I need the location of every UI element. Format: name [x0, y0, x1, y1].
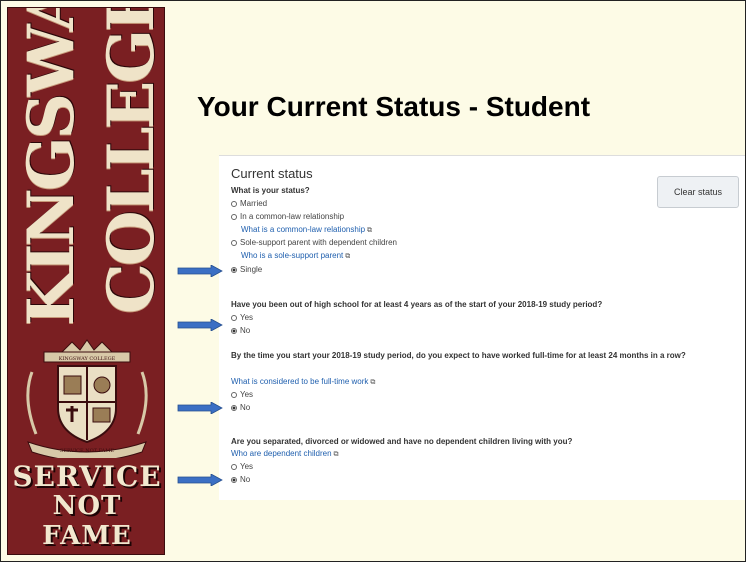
link-label: What is a common-law relationship [241, 225, 366, 234]
radio-icon [231, 239, 237, 246]
option-label: Yes [240, 390, 254, 399]
link-sole-support[interactable]: Who is a sole-support parent ⧉ [241, 251, 350, 261]
option-label: In a common-law relationship [240, 212, 345, 221]
right-arrow-icon [177, 319, 223, 331]
option-no[interactable]: No [231, 326, 250, 335]
radio-icon [231, 391, 237, 398]
option-label: Yes [240, 462, 254, 471]
option-common-law[interactable]: In a common-law relationship [231, 212, 344, 221]
slide: KINGSWAY COLLEGE KINGSWAY COLLEGE SERVIC… [0, 0, 746, 562]
radio-icon [231, 200, 237, 207]
form-heading: Current status [231, 166, 313, 181]
question-out-of-high-school: Have you been out of high school for at … [231, 300, 603, 309]
current-status-form: Current status Clear status What is your… [219, 155, 745, 500]
option-label: No [240, 403, 251, 412]
option-label: Single [240, 265, 263, 274]
question-full-time-work: By the time you start your 2018-19 study… [231, 351, 686, 360]
external-link-icon: ⧉ [333, 451, 339, 458]
radio-selected-icon [231, 476, 237, 483]
radio-icon [231, 213, 237, 220]
crest-banner-top: KINGSWAY COLLEGE [59, 356, 116, 362]
college-name-kingsway: KINGSWAY [14, 7, 89, 326]
radio-selected-icon [231, 404, 237, 411]
option-label: Sole-support parent with dependent child… [240, 238, 397, 247]
option-no[interactable]: No [231, 403, 250, 412]
college-sidebar: KINGSWAY COLLEGE KINGSWAY COLLEGE SERVIC… [7, 7, 165, 555]
external-link-icon: ⧉ [367, 227, 373, 234]
link-label: Who is a sole-support parent [241, 251, 344, 260]
right-arrow-icon [177, 474, 223, 486]
motto-not: NOT [52, 491, 122, 521]
college-crest-logo: KINGSWAY COLLEGE SERVICE NOT FAME [26, 339, 148, 458]
option-yes[interactable]: Yes [231, 313, 253, 322]
link-label: What is considered to be full-time work [231, 377, 369, 386]
option-label: No [240, 326, 251, 335]
external-link-icon: ⧉ [370, 379, 376, 386]
link-dependent-children[interactable]: Who are dependent children ⧉ [231, 449, 339, 459]
option-label: Married [240, 199, 268, 208]
option-married[interactable]: Married [231, 199, 267, 208]
link-label: Who are dependent children [231, 449, 332, 458]
link-full-time-work[interactable]: What is considered to be full-time work ⧉ [231, 377, 375, 387]
crest-banner-bottom: SERVICE NOT FAME [60, 448, 114, 454]
radio-selected-icon [231, 266, 237, 273]
radio-icon [231, 314, 237, 321]
radio-selected-icon [231, 327, 237, 334]
option-sole-support[interactable]: Sole-support parent with dependent child… [231, 238, 397, 247]
clear-status-button[interactable]: Clear status [657, 176, 739, 208]
question-status: What is your status? [231, 186, 310, 195]
motto-service: SERVICE [12, 460, 162, 493]
radio-icon [231, 463, 237, 470]
slide-title: Your Current Status - Student [197, 91, 591, 122]
question-separated-divorced: Are you separated, divorced or widowed a… [231, 437, 573, 446]
right-arrow-icon [177, 402, 223, 414]
option-single[interactable]: Single [231, 265, 262, 274]
option-label: Yes [240, 313, 254, 322]
option-yes[interactable]: Yes [231, 390, 253, 399]
link-common-law[interactable]: What is a common-law relationship ⧉ [241, 225, 372, 235]
external-link-icon: ⧉ [345, 253, 351, 260]
right-arrow-icon [177, 265, 223, 277]
motto-fame: FAME [42, 521, 132, 551]
college-name-college: COLLEGE [94, 7, 165, 314]
option-label: No [240, 475, 251, 484]
option-yes[interactable]: Yes [231, 462, 253, 471]
option-no[interactable]: No [231, 475, 250, 484]
